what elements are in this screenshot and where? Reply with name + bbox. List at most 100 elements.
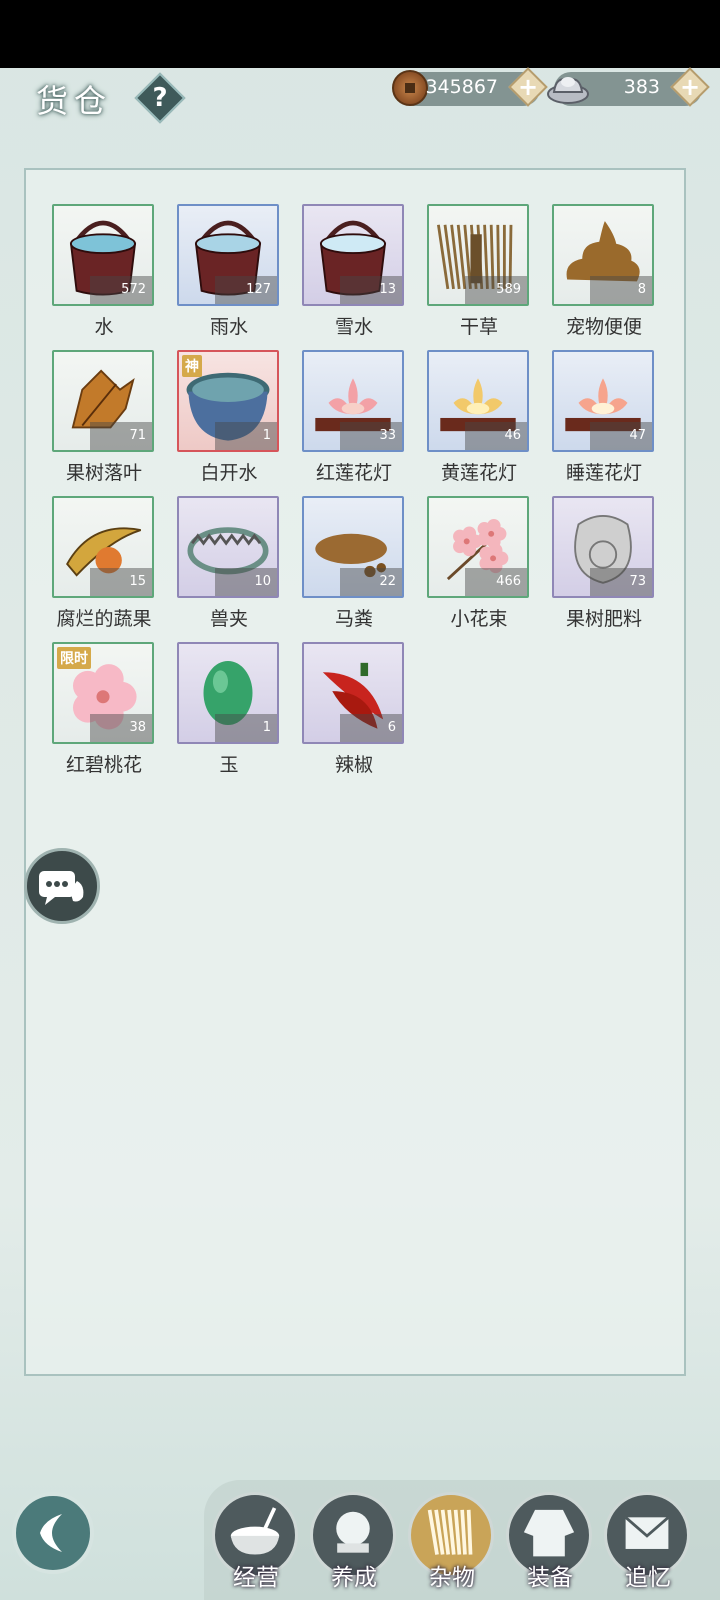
item-count: 73 xyxy=(590,568,652,596)
back-arrow-icon xyxy=(40,1514,62,1552)
item-count: 1 xyxy=(215,714,277,742)
coin-value: 345867 xyxy=(425,76,498,98)
chat-bubble-icon xyxy=(39,871,84,905)
item-count: 71 xyxy=(90,422,152,450)
inventory-item[interactable]: 33 红莲花灯 xyxy=(302,350,408,485)
status-bar xyxy=(0,0,720,68)
item-name: 黄莲花灯 xyxy=(440,462,517,484)
nav-tab-4[interactable]: 追忆 xyxy=(604,1492,692,1591)
item-name: 玉 xyxy=(219,754,239,776)
item-count: 33 xyxy=(340,422,402,450)
help-icon: ? xyxy=(152,83,168,113)
inventory-item[interactable]: 神 1 白开水 xyxy=(177,350,283,485)
item-tile[interactable]: 1 xyxy=(177,642,279,744)
item-count: 589 xyxy=(465,276,527,304)
nav-tab-label: 追忆 xyxy=(625,1565,671,1591)
inventory-item[interactable]: 73 果树肥料 xyxy=(552,496,658,631)
item-tile[interactable]: 589 xyxy=(427,204,529,306)
help-button[interactable]: ? xyxy=(134,72,186,124)
inventory-item[interactable]: 8 宠物便便 xyxy=(552,204,658,339)
item-name: 马粪 xyxy=(334,608,373,630)
item-tile[interactable]: 466 xyxy=(427,496,529,598)
nav-tab-2[interactable]: 杂物 xyxy=(408,1492,496,1591)
item-name: 雨水 xyxy=(209,316,248,338)
silver-value: 383 xyxy=(623,76,660,98)
item-tile[interactable]: 71 xyxy=(52,350,154,452)
inventory-item[interactable]: 46 黄莲花灯 xyxy=(427,350,533,485)
item-tile[interactable]: 22 xyxy=(302,496,404,598)
item-tile[interactable]: 8 xyxy=(552,204,654,306)
item-name: 宠物便便 xyxy=(565,316,642,338)
item-count: 47 xyxy=(590,422,652,450)
inventory-item[interactable]: 10 兽夹 xyxy=(177,496,283,631)
inventory-item[interactable]: 15 腐烂的蔬果 xyxy=(52,496,158,631)
item-tile[interactable]: 6 xyxy=(302,642,404,744)
inventory-item[interactable]: 589 干草 xyxy=(427,204,533,339)
add-silver-button[interactable]: + xyxy=(670,67,710,107)
item-tile[interactable]: 33 xyxy=(302,350,404,452)
item-tile[interactable]: 47 xyxy=(552,350,654,452)
item-name: 腐烂的蔬果 xyxy=(56,608,152,630)
item-name: 兽夹 xyxy=(209,608,248,630)
item-tag-badge: 限时 xyxy=(57,647,91,669)
item-name: 果树落叶 xyxy=(65,462,142,484)
nav-tab-1[interactable]: 养成 xyxy=(310,1492,398,1591)
item-count: 13 xyxy=(340,276,402,304)
item-name: 水 xyxy=(94,316,114,338)
item-tile[interactable]: 13 xyxy=(302,204,404,306)
inventory-item[interactable]: 13 雪水 xyxy=(302,204,408,339)
item-name: 干草 xyxy=(459,316,498,338)
item-name: 辣椒 xyxy=(334,754,373,776)
plus-icon: + xyxy=(679,73,701,101)
item-count: 127 xyxy=(215,276,277,304)
item-tile[interactable]: 572 xyxy=(52,204,154,306)
item-count: 10 xyxy=(215,568,277,596)
chat-button[interactable] xyxy=(24,848,100,924)
inventory-item[interactable]: 47 睡莲花灯 xyxy=(552,350,658,485)
item-tag-badge: 神 xyxy=(182,355,202,377)
item-tile[interactable]: 73 xyxy=(552,496,654,598)
item-tile[interactable]: 46 xyxy=(427,350,529,452)
item-count: 15 xyxy=(90,568,152,596)
item-name: 红莲花灯 xyxy=(315,462,392,484)
item-tile[interactable]: 10 xyxy=(177,496,279,598)
inventory-item[interactable]: 1玉 xyxy=(177,642,283,777)
plus-icon: + xyxy=(517,73,539,101)
inventory-item[interactable]: 572 水 xyxy=(52,204,158,339)
nav-tab-label: 养成 xyxy=(331,1565,377,1591)
inventory-item[interactable]: 6 辣椒 xyxy=(302,642,408,777)
item-name: 白开水 xyxy=(200,462,258,484)
page-title: 货仓 xyxy=(36,82,113,120)
item-tile[interactable]: 限时 38 xyxy=(52,642,154,744)
item-tile[interactable]: 15 xyxy=(52,496,154,598)
item-count: 1 xyxy=(215,422,277,450)
nav-tab-label: 装备 xyxy=(527,1565,573,1591)
item-name: 睡莲花灯 xyxy=(565,462,642,484)
inventory-item[interactable]: 限时 38 红碧桃花 xyxy=(52,642,158,777)
add-coins-button[interactable]: + xyxy=(508,67,548,107)
bottom-nav: 经营 养成 杂物 装备 追忆 xyxy=(204,1480,720,1600)
inventory-item[interactable]: 71 果树落叶 xyxy=(52,350,158,485)
back-button[interactable] xyxy=(12,1492,94,1574)
item-count: 46 xyxy=(465,422,527,450)
inventory-item[interactable]: 22 马粪 xyxy=(302,496,408,631)
item-name: 果树肥料 xyxy=(565,608,642,630)
inventory-item[interactable]: 466 小花束 xyxy=(427,496,533,631)
item-name: 雪水 xyxy=(334,316,373,338)
top-bar: 货仓 ? 345867 + 383 + xyxy=(0,67,720,128)
item-count: 22 xyxy=(340,568,402,596)
item-count: 38 xyxy=(90,714,152,742)
item-count: 6 xyxy=(340,714,402,742)
copper-coin-icon xyxy=(392,70,428,106)
nav-tab-3[interactable]: 装备 xyxy=(506,1492,594,1591)
silver-counter: 383 + xyxy=(547,67,710,107)
item-tile[interactable]: 神1 xyxy=(177,350,279,452)
coin-counter: 345867 + xyxy=(392,67,548,107)
item-name: 小花束 xyxy=(450,608,508,630)
inventory-item[interactable]: 127 雨水 xyxy=(177,204,283,339)
item-count: 572 xyxy=(90,276,152,304)
nav-tab-0[interactable]: 经营 xyxy=(212,1492,300,1591)
item-name: 红碧桃花 xyxy=(65,754,142,776)
item-count: 466 xyxy=(465,568,527,596)
item-tile[interactable]: 127 xyxy=(177,204,279,306)
